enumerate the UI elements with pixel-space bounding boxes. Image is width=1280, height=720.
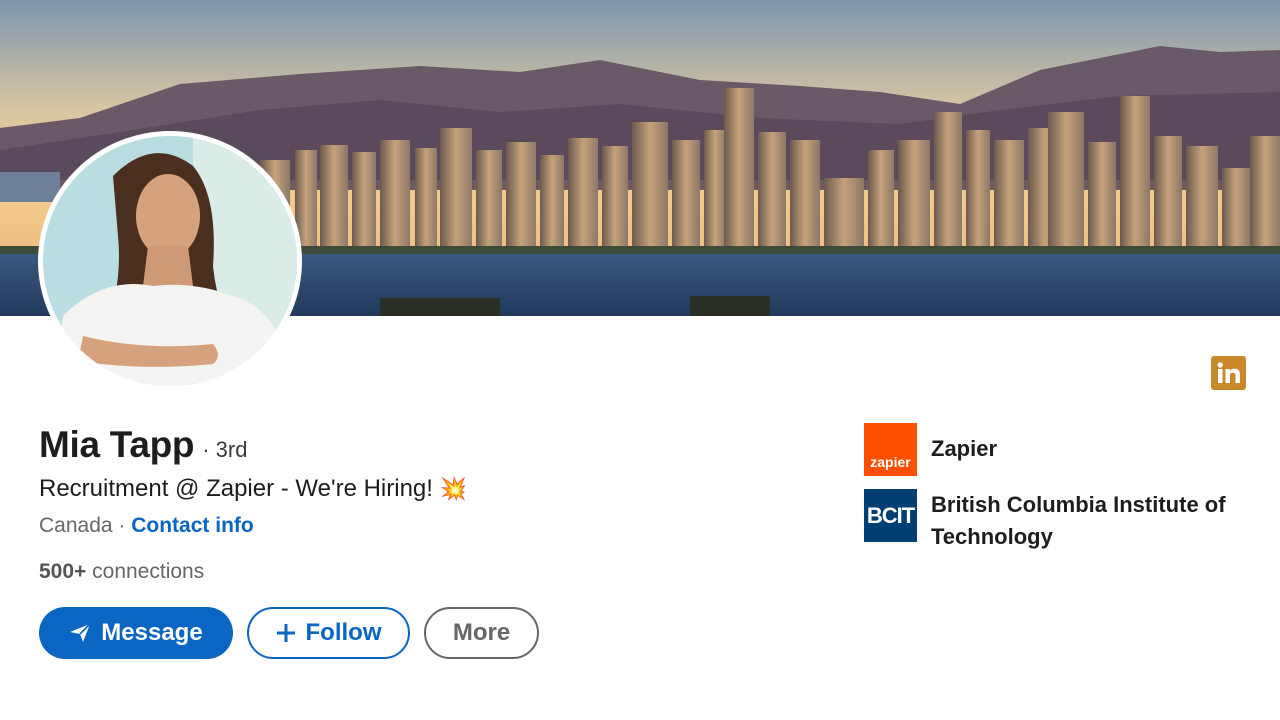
collision-emoji: 💥 bbox=[439, 476, 468, 501]
profile-headline: Recruitment @ Zapier - We're Hiring! 💥 bbox=[39, 475, 467, 503]
profile-name: Mia Tapp bbox=[39, 424, 195, 465]
connections-label: connections bbox=[86, 560, 205, 583]
connections-count[interactable]: 500+ connections bbox=[39, 560, 204, 584]
connections-number: 500+ bbox=[39, 560, 87, 583]
profile-card: Mia Tapp · 3rd Recruitment @ Zapier - We… bbox=[0, 0, 1280, 720]
name-row: Mia Tapp · 3rd bbox=[39, 424, 247, 466]
message-button[interactable]: Message bbox=[39, 607, 233, 659]
org-name: British Columbia Institute of Technology bbox=[931, 492, 1226, 549]
linkedin-icon[interactable] bbox=[1211, 356, 1246, 390]
send-icon bbox=[69, 623, 91, 643]
zapier-logo: zapier bbox=[864, 423, 917, 476]
follow-button[interactable]: Follow bbox=[247, 607, 410, 659]
org-name: Zapier bbox=[931, 436, 998, 461]
org-bcit[interactable]: BCIT British Columbia Institute of Techn… bbox=[864, 489, 1261, 553]
follow-button-label: Follow bbox=[305, 619, 382, 646]
more-button-label: More bbox=[452, 619, 511, 646]
plus-icon bbox=[276, 623, 296, 643]
contact-info-link[interactable]: Contact info bbox=[131, 514, 253, 537]
profile-location: Canada bbox=[39, 514, 113, 537]
profile-avatar[interactable] bbox=[38, 131, 302, 391]
org-zapier[interactable]: zapier Zapier bbox=[864, 423, 997, 476]
headline-text: Recruitment @ Zapier - We're Hiring! bbox=[39, 475, 433, 502]
bcit-logo: BCIT bbox=[864, 489, 917, 542]
more-button[interactable]: More bbox=[424, 607, 539, 659]
location-row: Canada · Contact info bbox=[39, 514, 254, 538]
connection-degree: · 3rd bbox=[202, 437, 248, 462]
separator-dot: · bbox=[112, 514, 132, 537]
message-button-label: Message bbox=[101, 619, 203, 646]
